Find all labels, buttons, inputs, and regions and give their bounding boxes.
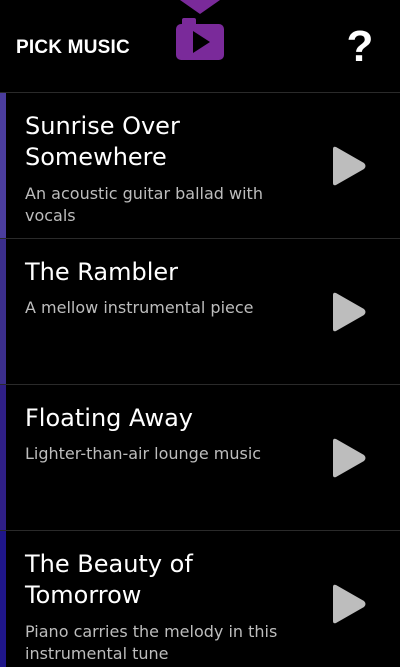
track-item[interactable]: Sunrise Over Somewhere An acoustic guita… (0, 93, 400, 239)
track-title: Sunrise Over Somewhere (25, 112, 180, 171)
track-accent-bar (0, 93, 6, 238)
play-icon[interactable] (330, 584, 368, 624)
track-accent-bar (0, 385, 6, 530)
track-item[interactable]: Floating Away Lighter-than-air lounge mu… (0, 385, 400, 531)
play-icon[interactable] (330, 146, 368, 186)
track-description: An acoustic guitar ballad with vocals (25, 184, 263, 225)
track-accent-bar (0, 239, 6, 384)
track-item[interactable]: The Rambler A mellow instrumental piece (0, 239, 400, 385)
track-description: Piano carries the melody in this instrum… (25, 622, 278, 663)
track-description: A mellow instrumental piece (25, 298, 254, 317)
track-title: The Rambler (25, 258, 179, 286)
track-item[interactable]: The Beauty of Tomorrow Piano carries the… (0, 531, 400, 667)
play-icon[interactable] (330, 438, 368, 478)
track-title: Floating Away (25, 404, 193, 432)
track-title: The Beauty of Tomorrow (25, 550, 193, 609)
app-header: PICK MUSIC ? (0, 0, 400, 93)
track-description: Lighter-than-air lounge music (25, 444, 262, 463)
page-title: PICK MUSIC (16, 37, 130, 58)
help-button[interactable]: ? (340, 22, 380, 72)
play-icon[interactable] (330, 292, 368, 332)
track-accent-bar (0, 531, 6, 667)
track-list: Sunrise Over Somewhere An acoustic guita… (0, 93, 400, 667)
camera-play-icon (170, 0, 230, 64)
